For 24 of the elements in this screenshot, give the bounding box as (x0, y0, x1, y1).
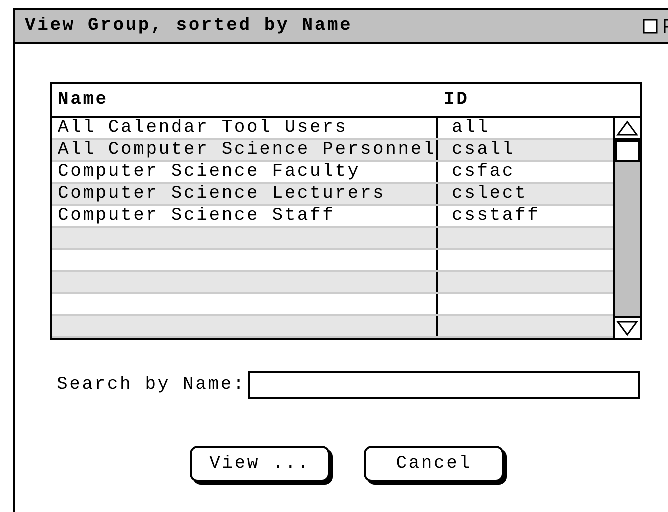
table-cell-text: all (451, 118, 490, 138)
scroll-up-icon[interactable] (615, 118, 640, 140)
scroll-down-icon[interactable] (615, 316, 640, 338)
table-cell-text: csall (451, 140, 516, 160)
table-row[interactable]: Computer Science Lecturers cslect (52, 184, 613, 206)
table-cell-text: csstaff (451, 206, 540, 226)
scroll-thumb[interactable] (615, 140, 640, 162)
table-cell: Computer Science Lecturers (52, 184, 438, 204)
table-cell: All Computer Science Personnel (52, 140, 438, 160)
search-field[interactable] (248, 371, 640, 399)
scrollbar[interactable] (613, 118, 640, 338)
table-cell: All Calendar Tool Users (52, 118, 438, 138)
search-label: Search by Name: (57, 375, 246, 395)
table-cell: Computer Science Staff (52, 206, 438, 226)
table-cell-text: csfac (451, 162, 516, 182)
maximize-icon[interactable] (643, 18, 658, 34)
table-cell: Computer Science Faculty (52, 162, 438, 182)
dialog-button[interactable]: Cancel (364, 446, 504, 482)
window-title: View Group, sorted by Name (25, 16, 354, 36)
dialog-button[interactable]: View ... (190, 446, 330, 482)
table-row[interactable]: All Computer Science Personnel csall (52, 140, 613, 162)
table-cell-text: cslect (451, 184, 528, 204)
column-header[interactable]: ID (440, 90, 470, 110)
column-header[interactable]: Name (52, 90, 440, 110)
